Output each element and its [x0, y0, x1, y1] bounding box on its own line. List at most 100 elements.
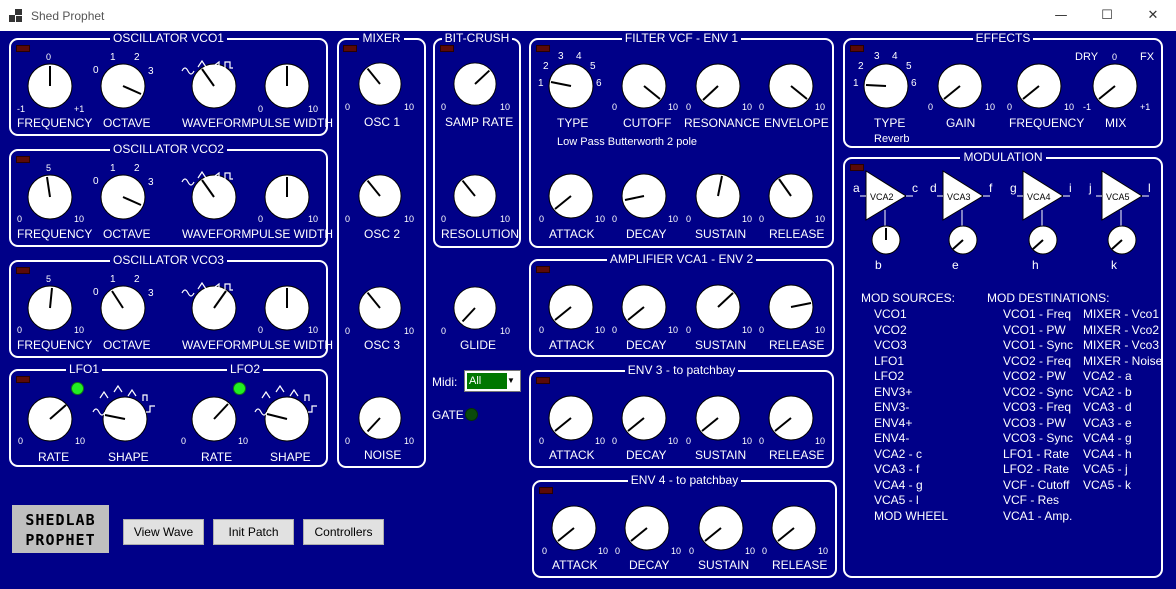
- env3-sustain-knob[interactable]: [694, 394, 742, 442]
- mod-list-item: VCA2 - c: [874, 446, 923, 461]
- tick-label: 0: [615, 546, 621, 556]
- tick-label: 10: [74, 325, 85, 335]
- filter-sustain-knob[interactable]: [694, 172, 742, 220]
- vco2-waveform-knob[interactable]: [190, 173, 238, 221]
- tick-label: 0: [762, 546, 768, 556]
- vco2-led: [16, 156, 30, 163]
- tick-label: 0: [345, 436, 351, 446]
- maximize-button[interactable]: ☐: [1084, 0, 1130, 31]
- amp-decay-knob[interactable]: [620, 283, 668, 331]
- tick-label: 0: [759, 325, 765, 335]
- filter-attack-knob[interactable]: [547, 172, 595, 220]
- vca3-level-knob[interactable]: [948, 225, 978, 255]
- label-release: RELEASE: [772, 558, 828, 572]
- lfo2-shape-knob[interactable]: [263, 395, 311, 443]
- vco1-pulse-width-knob[interactable]: [263, 62, 311, 110]
- resolution-knob[interactable]: [452, 173, 498, 219]
- effects-frequency-knob[interactable]: [1015, 62, 1063, 110]
- vco3-pulse-width-knob[interactable]: [263, 284, 311, 332]
- vca2-level-knob[interactable]: [871, 225, 901, 255]
- vco2-frequency-knob[interactable]: [26, 173, 74, 221]
- tick-label: 0: [258, 325, 264, 335]
- minimize-button[interactable]: —: [1038, 0, 1084, 31]
- tick-label: 10: [742, 102, 753, 112]
- tick-label: 10: [985, 102, 996, 112]
- lfo2-rate-knob[interactable]: [190, 395, 238, 443]
- mixer-osc2-knob[interactable]: [357, 173, 403, 219]
- midi-channel-select[interactable]: All ▼: [464, 370, 521, 392]
- mod-list-item: VCA2 - b: [1083, 384, 1132, 399]
- env4-attack-knob[interactable]: [550, 504, 598, 552]
- label-rate: RATE: [201, 450, 233, 464]
- env4-release-knob[interactable]: [770, 504, 818, 552]
- amp-attack-knob[interactable]: [547, 283, 595, 331]
- cutoff-knob[interactable]: [620, 62, 668, 110]
- controllers-button[interactable]: Controllers: [303, 519, 384, 545]
- effects-gain-knob[interactable]: [936, 62, 984, 110]
- tick-label: 1: [853, 78, 859, 89]
- mixer-title: MIXER: [359, 31, 404, 45]
- vco1-waveform-knob[interactable]: [190, 62, 238, 110]
- tick-label: 0: [441, 102, 447, 112]
- amp-sustain-knob[interactable]: [694, 283, 742, 331]
- label-sustain: SUSTAIN: [695, 227, 747, 241]
- mod-list-item: VCO3 - Sync: [1003, 431, 1074, 445]
- filter-decay-knob[interactable]: [620, 172, 668, 220]
- tick-label: 10: [745, 546, 756, 556]
- fx-label: FX: [1140, 51, 1155, 63]
- mod-list-item: LFO2 - Rate: [1003, 462, 1070, 476]
- tick-label: 10: [75, 436, 86, 446]
- mixer-osc3-knob[interactable]: [357, 285, 403, 331]
- env3-attack-knob[interactable]: [547, 394, 595, 442]
- tick-label: 0: [441, 326, 447, 336]
- effects-mix-knob[interactable]: [1091, 62, 1139, 110]
- mixer-osc1-knob[interactable]: [357, 61, 403, 107]
- env3-led: [536, 377, 550, 384]
- mod-list-item: VCA3 - d: [1083, 400, 1132, 414]
- glide-knob[interactable]: [452, 285, 498, 331]
- lfo2-title: LFO2: [227, 362, 264, 376]
- filter-type-value: Low Pass Butterworth 2 pole: [557, 136, 698, 148]
- lfo1-title: LFO1: [66, 362, 103, 376]
- tick-label: 10: [598, 546, 609, 556]
- env3-release-knob[interactable]: [767, 394, 815, 442]
- effects-type-knob[interactable]: [862, 62, 910, 110]
- env3-decay-knob[interactable]: [620, 394, 668, 442]
- mod-list-item: LFO2: [874, 369, 905, 383]
- lfo1-shape-knob[interactable]: [101, 395, 149, 443]
- samp-rate-knob[interactable]: [452, 61, 498, 107]
- vco3-octave-knob[interactable]: [99, 284, 147, 332]
- mod-list-item: VCA2 - a: [1083, 369, 1132, 383]
- vco3-waveform-knob[interactable]: [190, 284, 238, 332]
- envelope-knob[interactable]: [767, 62, 815, 110]
- mod-list-item: MIXER - Vco2: [1083, 322, 1160, 337]
- lfo1-rate-knob[interactable]: [26, 395, 74, 443]
- tick-label: 2: [134, 163, 140, 174]
- mod-list-item: ENV4-: [874, 431, 910, 445]
- vco1-frequency-knob[interactable]: [26, 62, 74, 110]
- mod-list-item: VCA3 - e: [1083, 415, 1132, 430]
- vco2-pulse-width-knob[interactable]: [263, 173, 311, 221]
- app-icon: [9, 9, 22, 22]
- vco2-octave-knob[interactable]: [99, 173, 147, 221]
- resonance-knob[interactable]: [694, 62, 742, 110]
- amp-release-knob[interactable]: [767, 283, 815, 331]
- filter-release-knob[interactable]: [767, 172, 815, 220]
- vca3-input-port: d: [930, 181, 937, 195]
- tick-label: 0: [686, 325, 692, 335]
- filter-type-knob[interactable]: [547, 62, 595, 110]
- vco1-octave-knob[interactable]: [99, 62, 147, 110]
- env4-decay-knob[interactable]: [623, 504, 671, 552]
- view-wave-button[interactable]: View Wave: [123, 519, 204, 545]
- init-patch-button[interactable]: Init Patch: [213, 519, 294, 545]
- vco3-frequency-knob[interactable]: [26, 284, 74, 332]
- gate-label: GATE: [432, 408, 464, 422]
- vca5-level-knob[interactable]: [1107, 225, 1137, 255]
- tick-label: 10: [668, 436, 679, 446]
- vca4-level-knob[interactable]: [1028, 225, 1058, 255]
- tick-label: 0: [93, 65, 99, 76]
- mod-list-item: MIXER - Vco1: [1083, 307, 1160, 321]
- mixer-noise-knob[interactable]: [357, 395, 403, 441]
- close-button[interactable]: ✕: [1130, 0, 1176, 31]
- env4-sustain-knob[interactable]: [697, 504, 745, 552]
